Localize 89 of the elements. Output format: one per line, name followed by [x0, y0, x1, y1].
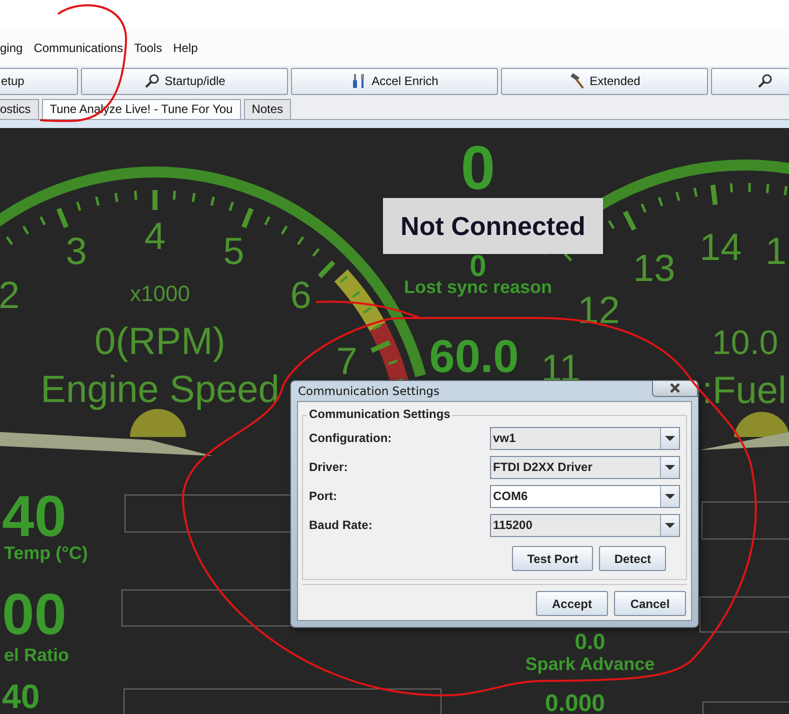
- tick-mark: [658, 196, 664, 206]
- caret-icon: [665, 522, 675, 528]
- needle-hub: [734, 412, 789, 437]
- needle-hub: [130, 409, 186, 437]
- menu-item[interactable]: Tools: [134, 41, 162, 55]
- hammer-icon: [568, 73, 585, 89]
- tick-mark: [56, 208, 69, 228]
- tick-mark: [76, 202, 82, 211]
- field-label: Driver:: [309, 460, 348, 474]
- tick-mark: [564, 253, 572, 262]
- warning-band: [334, 270, 386, 332]
- status-overlay: Not Connected: [383, 198, 603, 254]
- readout-label: Temp (°C): [4, 544, 88, 564]
- dialog-button[interactable]: Accept: [536, 591, 608, 616]
- field-label: Configuration:: [309, 431, 392, 445]
- readout-value: 40: [2, 680, 40, 714]
- close-button[interactable]: [652, 380, 698, 396]
- tick-mark: [370, 340, 391, 353]
- tick-mark: [228, 202, 234, 211]
- tick-mark: [710, 184, 718, 206]
- tick-mark: [172, 190, 176, 200]
- scale-label: 3: [66, 233, 87, 272]
- scale-label: 14: [699, 229, 742, 268]
- field-label: Baud Rate:: [309, 518, 372, 532]
- field-label: Port:: [309, 489, 337, 503]
- scale-label: 5: [223, 233, 244, 272]
- tab[interactable]: Notes: [244, 99, 292, 119]
- tick-mark: [318, 260, 336, 278]
- readout-value: 40: [2, 488, 67, 546]
- scale-label: 2: [0, 276, 20, 315]
- tick-mark: [748, 183, 751, 192]
- tick-mark: [622, 210, 636, 231]
- gauge-title: :Fuel: [702, 372, 786, 410]
- tick-mark: [766, 184, 770, 194]
- tick-mark: [40, 216, 46, 226]
- tick-mark: [264, 216, 270, 226]
- dropdown[interactable]: vw1: [490, 426, 680, 450]
- tab[interactable]: ostics: [0, 99, 39, 119]
- dialog-button[interactable]: Detect: [599, 546, 666, 571]
- dialog-title: Communication Settings: [298, 384, 440, 398]
- toolbar-button[interactable]: [711, 68, 789, 94]
- readout-value: 00: [2, 586, 67, 644]
- screwdriver-icon: [350, 73, 367, 89]
- tick-mark: [192, 192, 196, 202]
- toolbar-button[interactable]: Accel Enrich: [291, 68, 498, 94]
- tick-mark: [388, 360, 398, 365]
- dialog-button[interactable]: Test Port: [512, 546, 594, 571]
- caret-icon: [665, 494, 675, 498]
- toolbar-button[interactable]: Startup/idle: [81, 68, 288, 94]
- scale-label: 13: [633, 250, 676, 288]
- tick-mark: [608, 220, 615, 230]
- gauge-multiplier: x1000: [130, 283, 190, 305]
- dropdown[interactable]: FTDI D2XX Driver: [490, 456, 680, 478]
- gauge-reading: 10.0: [712, 326, 778, 360]
- toolbar-button[interactable]: Extended: [501, 68, 708, 94]
- readout-value: 0: [460, 138, 496, 200]
- readout-value: 60.0: [429, 333, 519, 379]
- menu-item[interactable]: Communications: [34, 41, 124, 55]
- tick-mark: [640, 204, 647, 213]
- tick-mark: [241, 208, 254, 228]
- readout-value: 0.000: [544, 692, 606, 714]
- toolbar-button[interactable]: etup: [0, 68, 78, 94]
- tick-mark: [210, 196, 215, 206]
- tick-mark: [114, 192, 118, 202]
- dialog-button[interactable]: Cancel: [614, 591, 686, 616]
- gauge-title: Engine Speed: [40, 371, 280, 409]
- caret-icon: [665, 464, 675, 470]
- scale-label: 1: [765, 233, 787, 272]
- scale-label: 6: [290, 276, 312, 315]
- tick-mark: [693, 188, 698, 197]
- readout-value: 0.0: [574, 631, 606, 653]
- tick-mark: [730, 183, 733, 192]
- gauge-reading: 0(RPM): [94, 323, 226, 361]
- menu-item[interactable]: Help: [173, 41, 198, 55]
- tick-mark: [675, 192, 680, 202]
- tick-mark: [784, 186, 788, 196]
- menu-item[interactable]: ging: [0, 41, 23, 55]
- readout-label: el Ratio: [4, 646, 70, 666]
- dropdown[interactable]: 115200: [490, 514, 680, 536]
- group-title: Communication Settings: [307, 407, 452, 421]
- scale-label: 4: [144, 218, 166, 256]
- scale-label: 7: [336, 342, 358, 381]
- tick-mark: [95, 196, 100, 206]
- tick-mark: [152, 190, 158, 210]
- dropdown[interactable]: COM6: [490, 484, 680, 508]
- readout-label: Spark Advance: [525, 655, 655, 675]
- caret-icon: [665, 436, 675, 440]
- close-icon: [669, 383, 681, 393]
- tick-mark: [134, 190, 138, 200]
